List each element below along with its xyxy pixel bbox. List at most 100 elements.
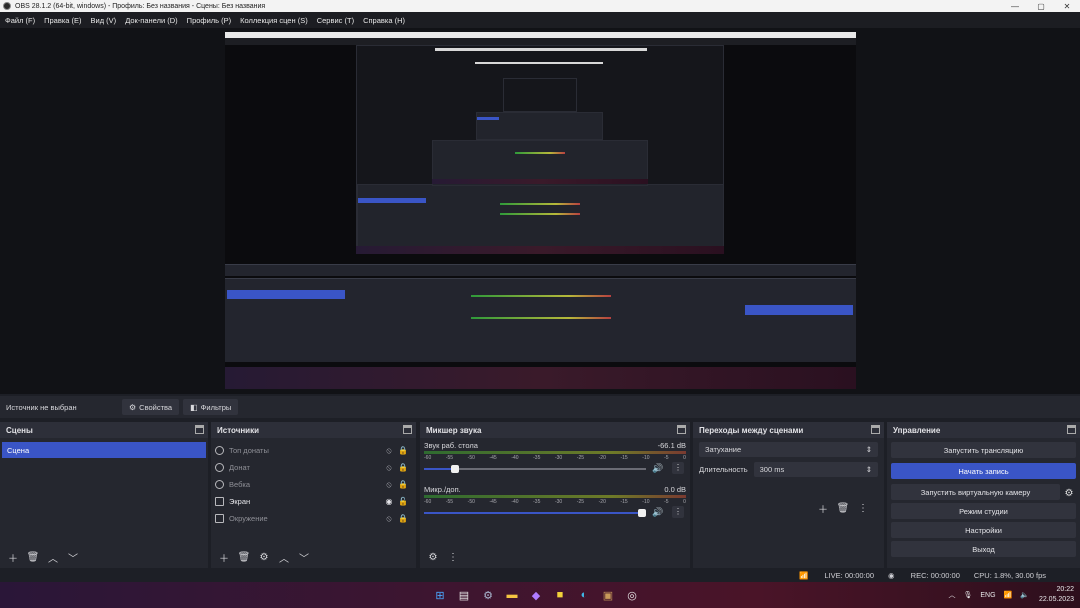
preview-canvas[interactable] — [225, 32, 856, 389]
add-source-icon[interactable]: ＋ — [215, 549, 233, 565]
source-item[interactable]: Топ донаты ⦸ 🔒 — [211, 442, 416, 459]
menu-help[interactable]: Справка (H) — [363, 16, 405, 25]
settings-icon[interactable]: ⚙ — [480, 587, 496, 603]
trash-icon[interactable]: 🗑 — [834, 500, 852, 516]
trash-icon[interactable]: 🗑 — [24, 549, 42, 565]
speaker-icon[interactable]: 🔊 — [652, 463, 663, 474]
lock-icon[interactable]: 🔒 — [396, 480, 410, 489]
clock[interactable]: 20:22 22.05.2023 — [1039, 585, 1074, 605]
gear-icon[interactable]: ⚙ — [255, 549, 273, 565]
nested-preview-level5 — [503, 78, 577, 112]
file-explorer-icon[interactable]: ▤ — [456, 587, 472, 603]
undock-icon[interactable] — [871, 425, 880, 434]
language-indicator[interactable]: ENG — [980, 592, 995, 599]
unlock-icon[interactable]: 🔓 — [396, 497, 410, 506]
preview-area[interactable] — [0, 28, 1080, 394]
filters-button[interactable]: ◧ Фильтры — [183, 399, 239, 415]
slider-handle[interactable] — [451, 465, 459, 473]
image-icon — [215, 514, 224, 523]
undock-icon[interactable] — [195, 425, 204, 434]
slider-handle[interactable] — [638, 509, 646, 517]
undock-icon[interactable] — [403, 425, 412, 434]
menu-docks[interactable]: Док-панели (D) — [125, 16, 177, 25]
duration-label: Длительность — [699, 465, 748, 474]
more-options-icon[interactable]: ⋮ — [672, 462, 684, 474]
globe-icon — [215, 480, 224, 489]
microphone-icon[interactable]: 🎙 — [963, 591, 972, 599]
lock-icon[interactable]: 🔒 — [396, 463, 410, 472]
obs-icon[interactable]: ◎ — [624, 587, 640, 603]
add-transition-icon[interactable]: ＋ — [814, 500, 832, 516]
nested-meter — [515, 152, 565, 154]
exit-button[interactable]: Выход — [891, 541, 1076, 557]
more-options-icon[interactable]: ⋮ — [672, 506, 684, 518]
close-button[interactable]: ✕ — [1054, 2, 1080, 11]
transition-select[interactable]: Затухание ⇕ — [699, 442, 878, 457]
wifi-icon[interactable]: 📶 — [1004, 591, 1013, 599]
no-source-label: Источник не выбран — [6, 402, 77, 412]
properties-button[interactable]: ⚙ Свойства — [122, 399, 180, 415]
eye-icon[interactable]: ◉ — [382, 497, 396, 506]
menu-tools[interactable]: Сервис (T) — [317, 16, 354, 25]
scenes-dock-header: Сцены — [0, 422, 208, 438]
slider-fill — [424, 512, 646, 514]
start-streaming-button[interactable]: Запустить трансляцию — [891, 442, 1076, 458]
start-virtual-camera-button[interactable]: Запустить виртуальную камеру — [891, 484, 1060, 500]
speaker-icon[interactable]: 🔊 — [652, 507, 663, 518]
speaker-icon[interactable]: 🔈 — [1020, 591, 1029, 599]
source-item[interactable]: Окружение ⦸ 🔒 — [211, 510, 416, 527]
source-item[interactable]: Экран ◉ 🔓 — [211, 493, 416, 510]
spinner-icon[interactable]: ⇕ — [866, 465, 872, 474]
trash-icon[interactable]: 🗑 — [235, 549, 253, 565]
undock-icon[interactable] — [1067, 425, 1076, 434]
scenes-dock: Сцены Сцена ＋ 🗑 ︿ ﹀ — [0, 422, 208, 568]
app-icon[interactable]: ◆ — [528, 587, 544, 603]
hidden-eye-icon[interactable]: ⦸ — [382, 480, 396, 490]
mixer-settings-icon[interactable]: ⚙ — [424, 549, 442, 565]
move-up-icon[interactable]: ︿ — [275, 549, 293, 565]
gear-icon[interactable]: ⚙ — [1062, 486, 1076, 502]
settings-button[interactable]: Настройки — [891, 522, 1076, 538]
nested-context-bar — [225, 264, 856, 276]
start-recording-button[interactable]: Начать запись — [891, 463, 1076, 479]
move-up-icon[interactable]: ︿ — [44, 549, 62, 565]
lock-icon[interactable]: 🔒 — [396, 514, 410, 523]
minimize-button[interactable]: — — [1002, 2, 1028, 11]
menu-view[interactable]: Вид (V) — [91, 16, 117, 25]
package-icon[interactable]: ▣ — [600, 587, 616, 603]
lock-icon[interactable]: 🔒 — [396, 446, 410, 455]
source-item[interactable]: Донат ⦸ 🔒 — [211, 459, 416, 476]
move-down-icon[interactable]: ﹀ — [64, 549, 82, 565]
source-item[interactable]: Вебка ⦸ 🔒 — [211, 476, 416, 493]
maximize-button[interactable]: ▢ — [1028, 2, 1054, 11]
move-down-icon[interactable]: ﹀ — [295, 549, 313, 565]
menu-scene-collection[interactable]: Коллекция сцен (S) — [240, 16, 308, 25]
menu-edit[interactable]: Правка (E) — [44, 16, 81, 25]
edge-icon[interactable]: ◐ — [576, 587, 592, 603]
add-scene-icon[interactable]: ＋ — [4, 549, 22, 565]
volume-slider[interactable] — [424, 509, 646, 517]
folder-icon[interactable]: ▬ — [504, 587, 520, 603]
hidden-eye-icon[interactable]: ⦸ — [382, 446, 396, 456]
more-options-icon[interactable]: ⋮ — [854, 500, 872, 516]
channel-level: -66.1 dB — [657, 441, 686, 450]
scene-item[interactable]: Сцена — [2, 442, 206, 458]
hidden-eye-icon[interactable]: ⦸ — [382, 463, 396, 473]
windows-start-icon[interactable]: ⊞ — [432, 587, 448, 603]
sources-dock: Источники Топ донаты ⦸ 🔒 Донат ⦸ 🔒 Вебка… — [211, 422, 416, 568]
more-options-icon[interactable]: ⋮ — [444, 549, 462, 565]
monitor-icon — [215, 497, 224, 506]
transitions-dock-header: Переходы между сценами — [693, 422, 884, 438]
studio-mode-button[interactable]: Режим студии — [891, 503, 1076, 519]
menu-file[interactable]: Файл (F) — [5, 16, 35, 25]
audio-mixer-dock: Микшер звука Звук раб. стола -66.1 dB -6… — [420, 422, 690, 568]
sticky-notes-icon[interactable]: ■ — [552, 587, 568, 603]
mixer-channel: Звук раб. стола -66.1 dB -60 -55 -50 -45 -40… — [420, 438, 690, 482]
nested-menu-bar — [225, 38, 856, 45]
hidden-eye-icon[interactable]: ⦸ — [382, 514, 396, 524]
volume-slider[interactable] — [424, 465, 646, 473]
chevron-up-icon[interactable]: ︿ — [948, 590, 955, 600]
duration-input[interactable]: 300 ms ⇕ — [753, 462, 878, 477]
undock-icon[interactable] — [677, 425, 686, 434]
menu-profile[interactable]: Профиль (P) — [187, 16, 231, 25]
